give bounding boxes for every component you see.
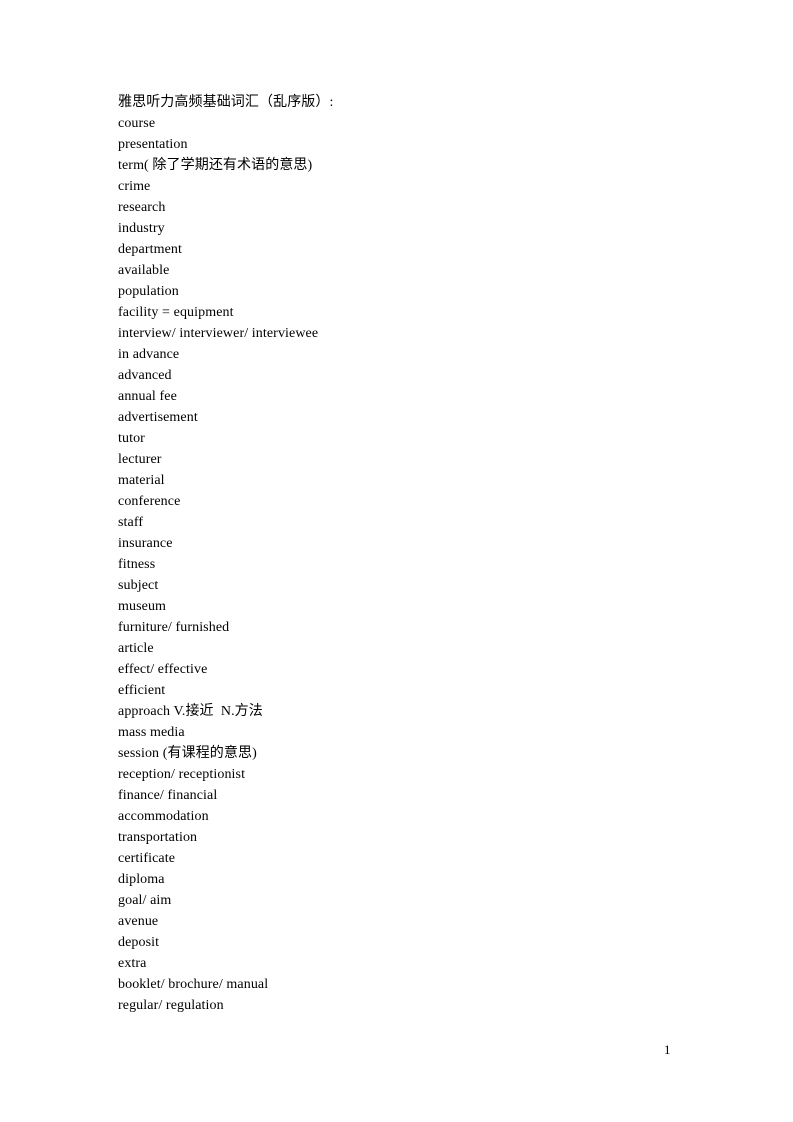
vocabulary-entry: material — [118, 473, 165, 488]
vocabulary-entry: population — [118, 284, 179, 299]
vocabulary-entry: crime — [118, 179, 151, 194]
vocabulary-entry: avenue — [118, 914, 159, 929]
vocabulary-entry: museum — [118, 599, 167, 614]
document-title: 雅思听力高频基础词汇（乱序版）: — [118, 95, 334, 110]
vocabulary-entry: certificate — [118, 851, 176, 866]
vocabulary-entry: efficient — [118, 683, 166, 698]
vocabulary-entry: article — [118, 641, 154, 656]
vocabulary-entry: insurance — [118, 536, 173, 551]
vocabulary-entry: finance/ financial — [118, 788, 218, 803]
vocabulary-entry: tutor — [118, 431, 145, 446]
document-body: 雅思听力高频基础词汇（乱序版）: course presentation term(… — [118, 92, 718, 1016]
document-page: 雅思听力高频基础词汇（乱序版）: course presentation term(… — [0, 0, 793, 1122]
vocabulary-entry: advanced — [118, 368, 172, 383]
vocabulary-entry: furniture/ furnished — [118, 620, 230, 635]
vocabulary-entry: session (有课程的意思) — [118, 746, 257, 761]
vocabulary-entry: fitness — [118, 557, 156, 572]
vocabulary-entry: reception/ receptionist — [118, 767, 246, 782]
vocabulary-entry: approach V.接近 N.方法 — [118, 704, 263, 719]
vocabulary-entry: interview/ interviewer/ interviewee — [118, 326, 319, 341]
vocabulary-entry: conference — [118, 494, 181, 509]
vocabulary-entry: course — [118, 116, 156, 131]
vocabulary-entry: goal/ aim — [118, 893, 172, 908]
vocabulary-entry: annual fee — [118, 389, 177, 404]
vocabulary-entry: facility = equipment — [118, 305, 234, 320]
vocabulary-entry: effect/ effective — [118, 662, 208, 677]
vocabulary-entry: regular/ regulation — [118, 998, 224, 1013]
vocabulary-entry: industry — [118, 221, 165, 236]
vocabulary-entry: in advance — [118, 347, 180, 362]
page-number: 1 — [664, 1042, 671, 1057]
vocabulary-entry: research — [118, 200, 166, 215]
vocabulary-entry: accommodation — [118, 809, 209, 824]
vocabulary-entry: term( 除了学期还有术语的意思) — [118, 158, 313, 173]
vocabulary-entry: diploma — [118, 872, 165, 887]
vocabulary-entry: transportation — [118, 830, 198, 845]
vocabulary-list: course presentation term( 除了学期还有术语的意思) crim… — [118, 113, 718, 1016]
vocabulary-entry: presentation — [118, 137, 188, 152]
vocabulary-entry: department — [118, 242, 182, 257]
vocabulary-entry: lecturer — [118, 452, 162, 467]
vocabulary-entry: booklet/ brochure/ manual — [118, 977, 269, 992]
vocabulary-entry: available — [118, 263, 170, 278]
vocabulary-entry: deposit — [118, 935, 160, 950]
vocabulary-entry: extra — [118, 956, 147, 971]
vocabulary-entry: advertisement — [118, 410, 198, 425]
vocabulary-entry: mass media — [118, 725, 185, 740]
vocabulary-entry: subject — [118, 578, 159, 593]
vocabulary-entry: staff — [118, 515, 144, 530]
